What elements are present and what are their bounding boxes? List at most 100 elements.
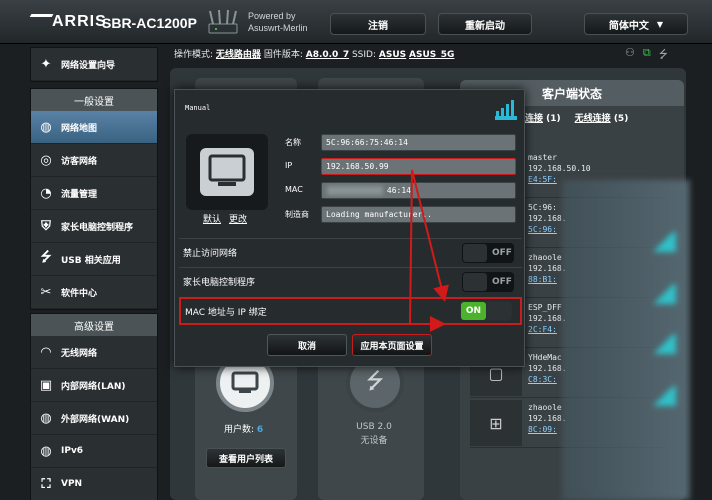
wrench-icon: ✂ (40, 284, 52, 300)
menu-item-guest-network[interactable]: ◎ 访客网络 (31, 144, 157, 177)
globe-icon: ◍ (40, 410, 52, 426)
mac-field[interactable]: 46:14 (321, 182, 516, 199)
ssid-24g-link[interactable]: ASUS (379, 50, 406, 60)
client-mac[interactable]: C8:3C: (528, 374, 567, 385)
users-icon[interactable]: ⚇ (625, 46, 635, 65)
client-mac[interactable]: 5C:96: (528, 224, 567, 235)
menu-item-wireless[interactable]: ◠ 无线网络 (31, 336, 157, 369)
client-mac[interactable]: 2C:F4: (528, 324, 567, 335)
usb-icon: ⭍ (40, 250, 52, 265)
mac-label: MAC (285, 185, 303, 194)
change-icon-link[interactable]: 更改 (229, 212, 247, 225)
signal-strength-icon (495, 100, 517, 120)
globe-icon: ◍ (40, 443, 52, 459)
ip-field[interactable]: 192.168.50.99 (321, 158, 516, 175)
menu-item-label: IPv6 (61, 446, 84, 456)
wifi-icon: ◠ (41, 344, 51, 360)
vpn-icon: ⛶ (41, 476, 51, 492)
globe-icon: ◍ (40, 119, 52, 135)
user-count-value: 6 (256, 425, 264, 435)
device-icon-box[interactable] (186, 134, 268, 210)
wifi-signal-icon (650, 284, 676, 304)
mac-ip-binding-toggle[interactable]: ON (460, 301, 512, 321)
apply-button[interactable]: 应用本页面设置 (352, 334, 432, 356)
logout-button[interactable]: 注销 (330, 13, 426, 35)
menu-item-vpn[interactable]: ⛶ VPN (31, 468, 157, 500)
menu-item-network-map[interactable]: ◍ 网络地图 (31, 111, 157, 144)
status-info-bar: 操作模式: 无线路由器 固件版本: A8.0.0_7 SSID: ASUS AS… (174, 47, 454, 60)
block-internet-toggle[interactable]: OFF (462, 242, 514, 263)
advanced-settings-card: 高级设置 ◠ 无线网络 ▣ 内部网络(LAN) ◍ 外部网络(WAN) ◍ IP… (30, 313, 158, 500)
client-mac[interactable]: 8C:09: (528, 424, 567, 435)
network-status-icon[interactable]: ⧉ (643, 46, 651, 65)
ip-label: IP (285, 161, 293, 170)
client-ip: 192.168. (528, 264, 567, 273)
view-client-list-button[interactable]: 查看用户列表 (206, 448, 286, 468)
vendor-field: Loading manufacturer.. (321, 206, 516, 223)
menu-item-label: 访客网络 (61, 156, 98, 167)
tab-wireless[interactable]: 无线连接 (5) (575, 111, 629, 124)
top-bar: ARRIS SBR-AC1200P Powered by Asuswrt-Mer… (0, 0, 712, 44)
mode-link[interactable]: 无线路由器 (216, 50, 261, 60)
menu-item-wizard[interactable]: ✦ 网络设置向导 (31, 48, 157, 81)
wifi-signal-icon (650, 386, 676, 406)
menu-item-software-center[interactable]: ✂ 软件中心 (31, 276, 157, 309)
mac-ip-binding-label: MAC 地址与 IP 绑定 (185, 307, 267, 318)
language-select[interactable]: 简体中文 ▼ (584, 13, 688, 35)
menu-item-wan[interactable]: ◍ 外部网络(WAN) (31, 402, 157, 435)
client-ip: 192.168. (528, 314, 567, 323)
client-ip: 192.168. (528, 414, 567, 423)
menu-item-usb[interactable]: ⭍ USB 相关应用 (31, 243, 157, 276)
lan-icon: ▣ (39, 377, 53, 393)
usb-status-icon[interactable]: ⭍ (659, 46, 668, 65)
monitor-icon (200, 148, 254, 196)
tab-wireless-label: 无线连接 (574, 114, 611, 124)
menu-item-parental-control[interactable]: ⛨ 家长电脑控制程序 (31, 210, 157, 243)
parental-control-toggle[interactable]: OFF (462, 271, 514, 292)
reboot-button[interactable]: 重新启动 (438, 13, 532, 35)
menu-item-label: 家长电脑控制程序 (61, 222, 134, 233)
menu-item-label: 内部网络(LAN) (61, 381, 126, 392)
shield-icon: ⛨ (41, 218, 51, 234)
tab-wireless-count: (5) (613, 114, 629, 124)
powered-by-name: Asuswrt-Merlin (248, 23, 308, 33)
client-name: YHdeMac (528, 353, 562, 362)
client-ip: 192.168. (528, 364, 567, 373)
client-mac[interactable]: 88:B1: (528, 274, 567, 285)
default-icon-link[interactable]: 默认 (203, 212, 221, 225)
name-field[interactable]: 5C:96:66:75:46:14 (321, 134, 516, 151)
mode-label: 操作模式: (174, 50, 214, 60)
toggle-knob (463, 243, 487, 262)
toggle-state: OFF (492, 247, 512, 258)
arris-swoosh-icon (24, 14, 54, 26)
menu-item-label: 软件中心 (61, 288, 98, 299)
monitor-icon (231, 371, 259, 393)
user-count: 用户数: 6 (224, 422, 263, 435)
toggle-state: OFF (492, 276, 512, 287)
client-name: master (528, 153, 557, 162)
menu-item-ipv6[interactable]: ◍ IPv6 (31, 435, 157, 468)
blurred-overlay (562, 180, 690, 500)
menu-item-lan[interactable]: ▣ 内部网络(LAN) (31, 369, 157, 402)
tab-wired-count: (1) (546, 114, 561, 124)
arris-logo: ARRIS (24, 13, 107, 31)
vendor-label: 制造商 (285, 210, 309, 219)
parental-control-row: 家长电脑控制程序 OFF (179, 267, 522, 295)
ssid-5g-link[interactable]: ASUS_5G (409, 50, 454, 60)
firmware-link[interactable]: A8.0.0_7 (306, 50, 349, 60)
language-value: 简体中文 (608, 20, 649, 32)
wifi-signal-icon (650, 232, 676, 252)
menu-item-label: 网络设置向导 (61, 60, 116, 71)
menu-item-label: 网络地图 (61, 123, 98, 134)
menu-item-label: 流量管理 (61, 189, 98, 200)
block-internet-label: 禁止访问网络 (183, 249, 238, 259)
menu-item-traffic-manager[interactable]: ◔ 流量管理 (31, 177, 157, 210)
model-name: SBR-AC1200P (102, 15, 197, 31)
menu-item-label: VPN (61, 479, 83, 489)
client-ip: 192.168.50.10 (528, 164, 591, 173)
general-settings-header: 一般设置 (31, 89, 157, 111)
powered-by-label: Powered by (248, 11, 296, 21)
wizard-card: ✦ 网络设置向导 (30, 47, 158, 82)
wand-icon: ✦ (40, 56, 52, 72)
cancel-button[interactable]: 取消 (267, 334, 347, 356)
